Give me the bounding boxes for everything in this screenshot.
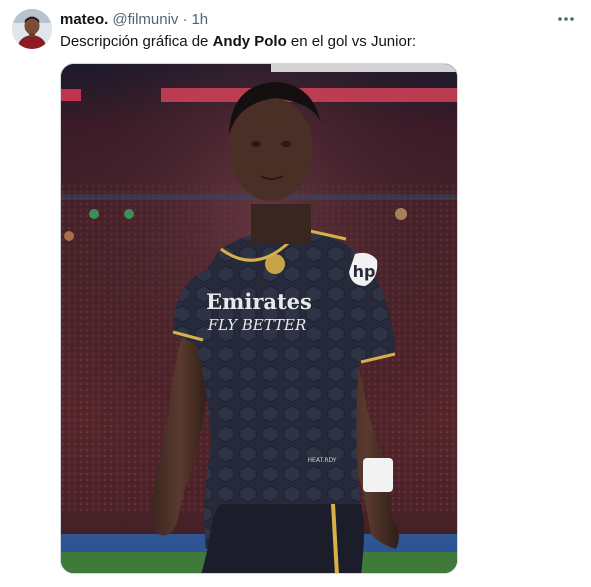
author-handle[interactable]: @filmuniv [112,11,178,28]
tweet-text-bold: Andy Polo [212,33,287,50]
tweet-media-photo[interactable]: Emirates FLY BETTER hp HEAT.RDY [60,63,458,574]
author-display-name[interactable]: mateo. [60,11,108,28]
tweet-header: mateo. @filmuniv · 1h [60,10,208,28]
more-options-button[interactable] [555,10,577,28]
jersey-sleeve-logo: hp [353,262,376,281]
avatar-image [12,9,52,49]
tweet-timestamp[interactable]: 1h [191,11,208,28]
more-horizontal-icon [558,17,574,21]
tweet-text: Descripción gráfica de Andy Polo en el g… [60,32,416,52]
tweet-text-part: en el gol vs Junior: [286,33,416,50]
avatar[interactable] [12,9,52,49]
jersey-sponsor-text: Emirates [206,289,312,314]
jersey-hem-text: HEAT.RDY [308,457,337,464]
tweet[interactable]: mateo. @filmuniv · 1h Descripción gráfic… [0,0,591,587]
jersey-sponsor-subtext: FLY BETTER [207,316,307,334]
separator-dot: · [182,10,188,28]
tweet-text-part: Descripción gráfica de [60,33,213,50]
player-photo: Emirates FLY BETTER hp HEAT.RDY [61,64,457,573]
